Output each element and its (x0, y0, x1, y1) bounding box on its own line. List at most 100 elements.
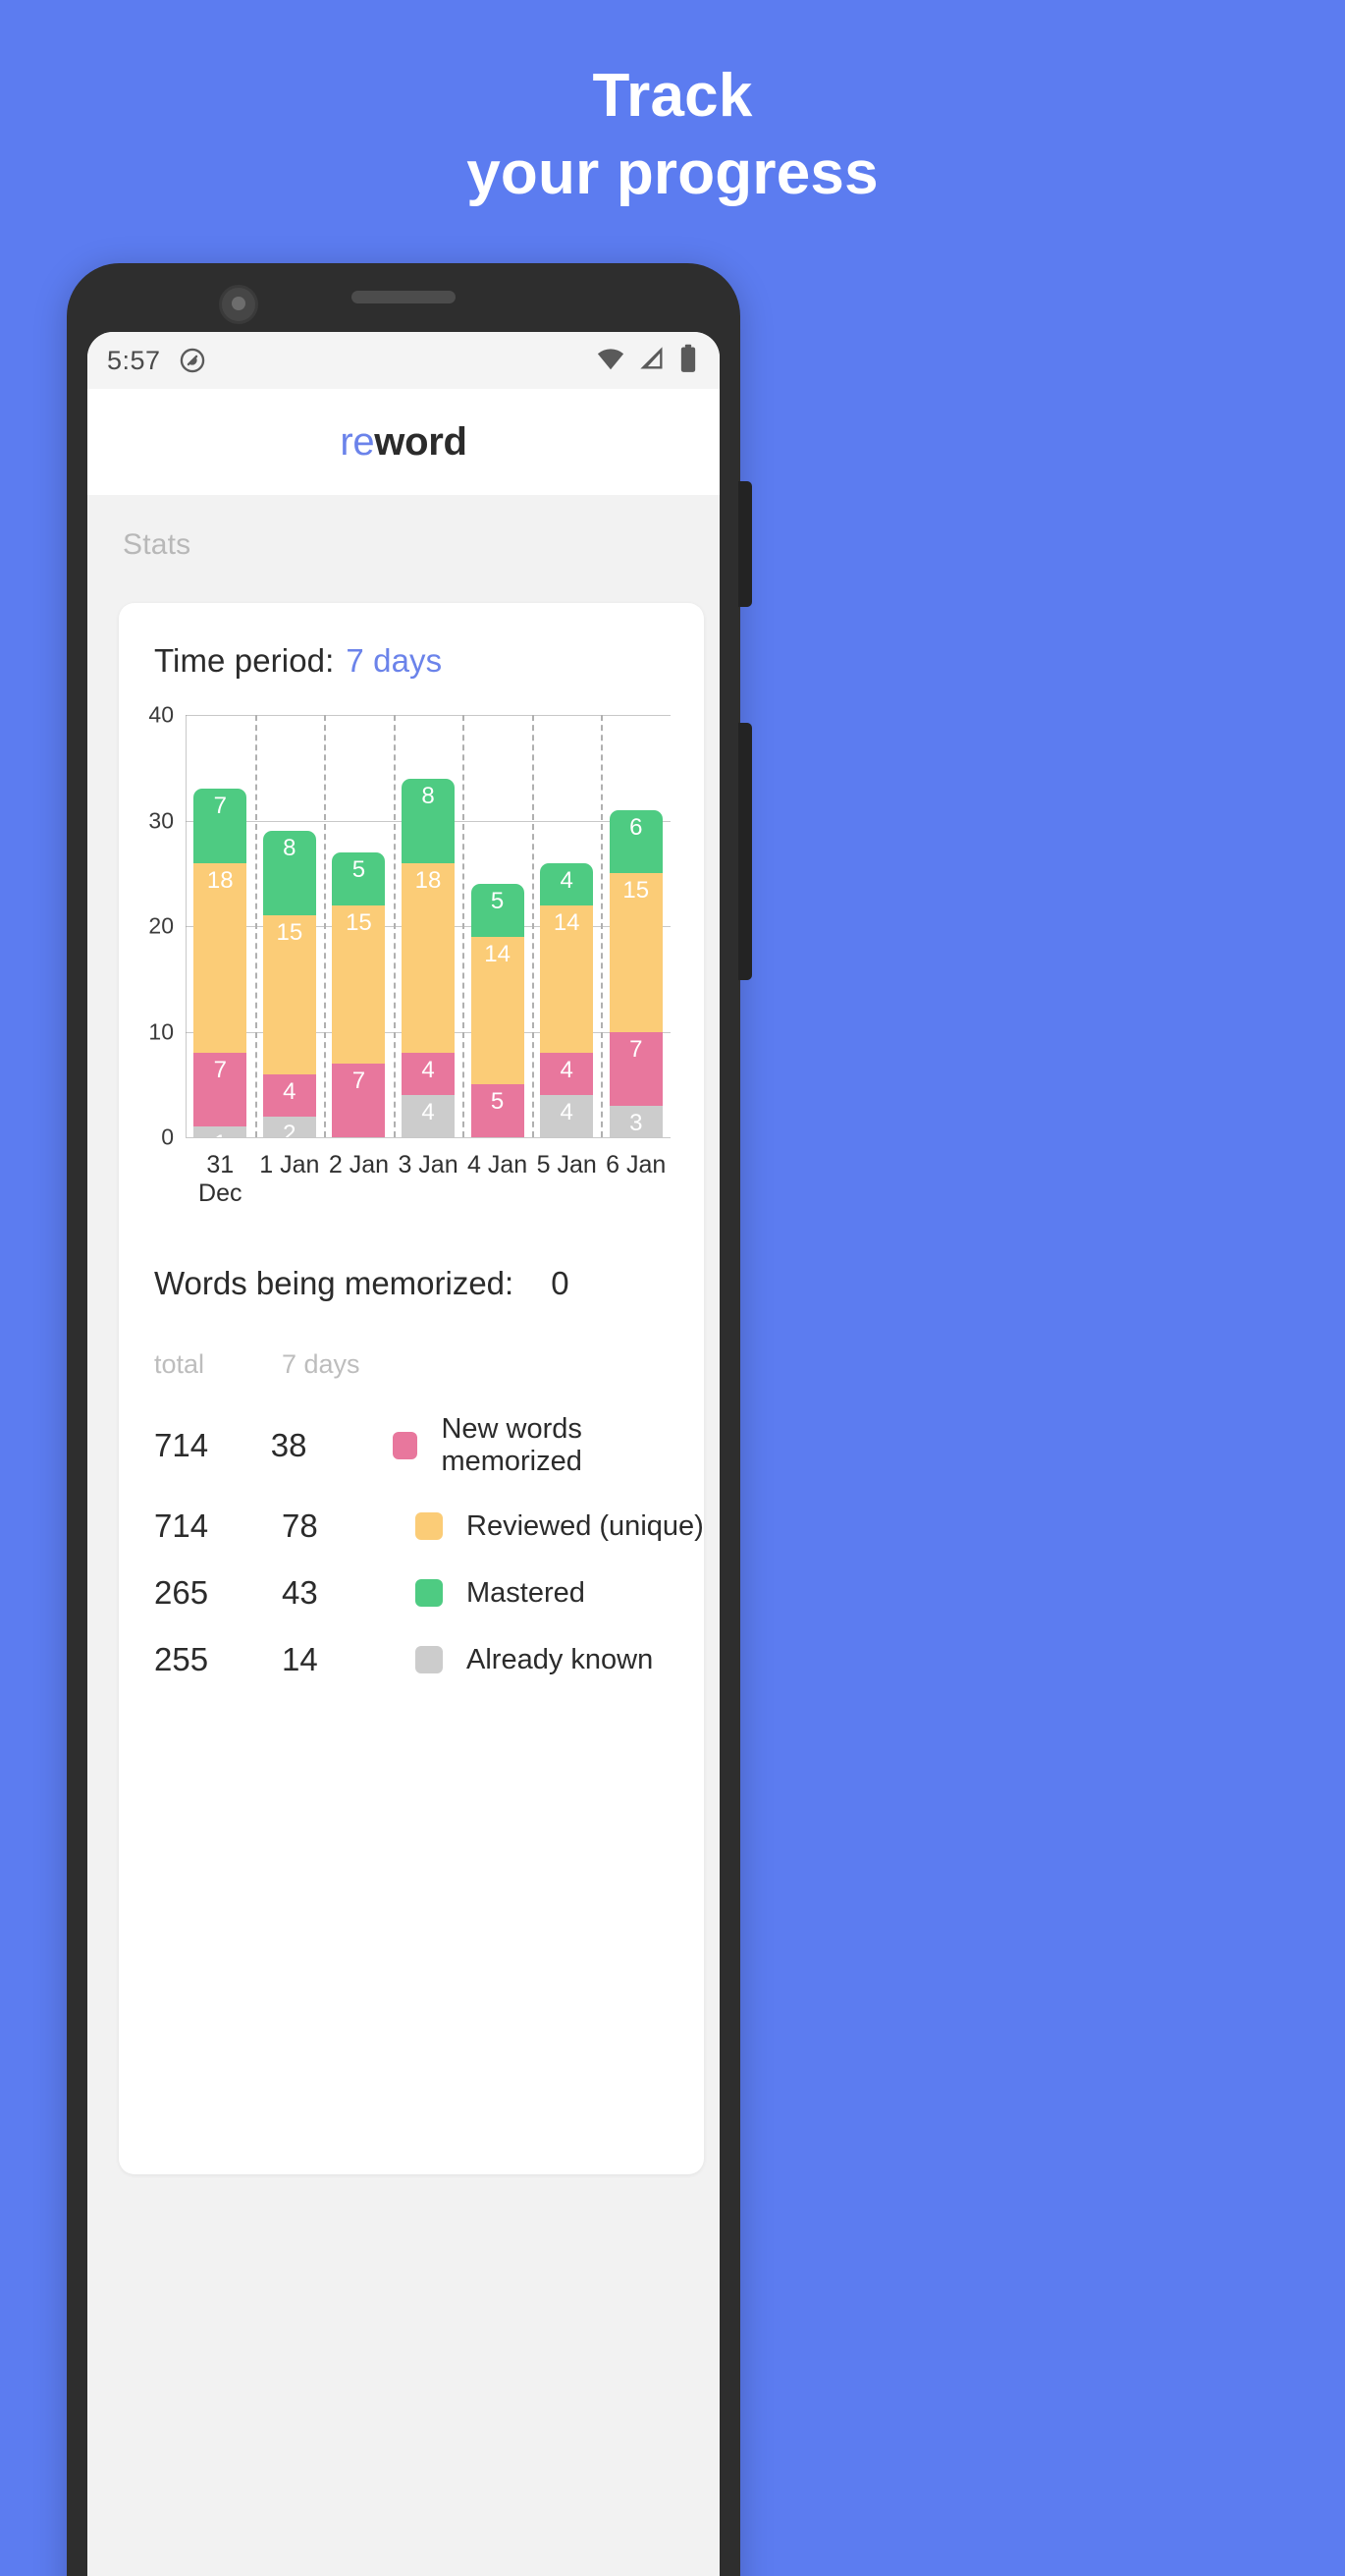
chart-bar-segment-value: 5 (490, 888, 505, 914)
chart-bar-segment-value: 18 (414, 866, 442, 894)
stats-row-total: 714 (154, 1507, 209, 1544)
chart-x-tick: 1 Jan (259, 1151, 320, 1178)
promo-headline-line-2: your progress (466, 139, 879, 208)
app-logo-prefix: re (340, 419, 375, 464)
words-being-memorized-value: 0 (551, 1265, 569, 1301)
chart-bar-segment: 18 (193, 862, 247, 1053)
stats-row-label: Already known (466, 1643, 654, 1675)
time-period-row: Time period: 7 days (119, 642, 704, 680)
chart-bar-segment: 4 (540, 1095, 594, 1137)
phone-power-button[interactable] (738, 723, 752, 980)
chart-bar-segment: 7 (193, 1053, 247, 1127)
chart-x-tick: 3 Jan (398, 1151, 458, 1178)
stats-row-total: 255 (154, 1641, 209, 1677)
chart-bars: 718718154251578184451454144461573 (186, 715, 671, 1137)
chart-bar-segment-value: 14 (484, 940, 511, 967)
chart-x-tick: 31 Dec (198, 1151, 242, 1207)
screen-content: Stats Time period:7 days 010203040 71871… (87, 495, 720, 2576)
chart-bar-segment: 14 (540, 904, 594, 1053)
stats-row-label: New words memorized (441, 1413, 582, 1477)
chart-bar-column[interactable]: 8 18 4 4 (394, 715, 463, 1137)
chart-bar-column[interactable]: 8 15 4 2 (255, 715, 325, 1137)
stats-card: Time period:7 days 010203040 71871815425… (119, 603, 704, 2174)
chart-bar-segment-value: 5 (490, 1088, 505, 1116)
chart-x-axis-labels: 31 Dec 1 Jan 2 Jan 3 Jan 4 Jan 5 Jan 6 Jan (186, 1151, 671, 1208)
chart-bar-segment: 7 (609, 1031, 663, 1106)
chart-bar-segment: 3 (609, 1105, 663, 1137)
chart-bar-segment: 5 (470, 884, 524, 937)
phone-earpiece-speaker (351, 291, 456, 303)
stats-row-legend: New words memorized (393, 1413, 704, 1478)
chart-y-axis-labels: 0 10 20 30 40 (129, 702, 180, 1150)
stacked-bar-chart: 010203040 718718154251578184451454144461… (119, 702, 704, 1208)
chart-bar-segment: 15 (609, 873, 663, 1032)
stats-row-period: 78 (282, 1507, 318, 1544)
chart-bar-segment: 5 (470, 1084, 524, 1137)
chart-stacked-bar[interactable]: 8 15 4 2 (262, 831, 316, 1137)
chart-gridline (186, 1137, 671, 1138)
stats-header-total: total (154, 1349, 205, 1379)
cell-signal-icon (638, 346, 666, 376)
chart-bar-segment-value: 18 (206, 866, 234, 894)
chart-stacked-bar[interactable]: 7 18 7 1 (193, 789, 247, 1137)
words-being-memorized-row: Words being memorized: 0 (119, 1265, 704, 1302)
stats-table-row: 714 78 Reviewed (unique) (154, 1507, 704, 1545)
chart-stacked-bar[interactable]: 8 18 4 4 (402, 778, 456, 1137)
chart-bar-segment-value: 4 (421, 1099, 435, 1125)
chart-bar-segment: 4 (540, 862, 594, 905)
stats-table-row: 265 43 Mastered (154, 1574, 704, 1612)
status-bar: 5:57 (87, 332, 720, 389)
chart-bar-segment-value: 4 (421, 1057, 435, 1083)
chart-bar-segment: 7 (332, 1063, 386, 1137)
phone-mockup: 5:57 reword Stats Time period: 7 days 0 … (67, 263, 752, 2576)
chart-y-tick: 10 (148, 1018, 174, 1044)
stats-row-total: 265 (154, 1574, 209, 1611)
stats-row-legend: Already known (415, 1644, 653, 1676)
stats-row-legend: Reviewed (unique) (415, 1510, 704, 1543)
chart-bar-segment-value: 15 (622, 877, 650, 904)
chart-bar-segment-value: 7 (629, 1035, 643, 1063)
chart-bar-column[interactable]: 6 15 7 3 (601, 715, 671, 1137)
chart-stacked-bar[interactable]: 4 14 4 4 (540, 862, 594, 1137)
chart-bar-column[interactable]: 4 14 4 4 (532, 715, 602, 1137)
status-bar-icons (596, 344, 698, 378)
chart-bar-segment: 5 (332, 851, 386, 905)
phone-volume-button[interactable] (738, 481, 752, 607)
chart-bar-segment-value: 6 (629, 813, 643, 841)
chart-bar-segment: 14 (470, 936, 524, 1085)
stats-table-rows: 714 38 New words memorized 714 78 Reviewed (u… (154, 1413, 704, 1678)
phone-screen: 5:57 reword Stats Time period: 7 days 0 … (87, 332, 720, 2576)
stats-table: total 7 days 714 38 New words memorized 714… (119, 1349, 704, 1678)
chart-bar-segment-value: 14 (553, 908, 580, 936)
stats-table-row: 714 38 New words memorized (154, 1413, 704, 1478)
chart-bar-column[interactable]: 7 18 7 1 (186, 715, 255, 1137)
chart-bar-segment: 18 (402, 862, 456, 1053)
chart-y-tick: 30 (148, 807, 174, 833)
chart-stacked-bar[interactable]: 5 15 7 (332, 851, 386, 1137)
stats-row-legend: Mastered (415, 1577, 585, 1610)
chart-y-tick: 0 (161, 1124, 174, 1150)
legend-color-swatch (415, 1512, 443, 1540)
chart-bar-column[interactable]: 5 14 5 (462, 715, 532, 1137)
chart-stacked-bar[interactable]: 5 14 5 (470, 884, 524, 1137)
stats-row-total: 714 (154, 1427, 209, 1463)
legend-color-swatch (415, 1579, 443, 1607)
chart-plot-area: 010203040 718718154251578184451454144461… (148, 702, 671, 1150)
chart-bar-segment: 1 (193, 1126, 247, 1137)
phone-front-camera (219, 285, 258, 324)
chart-x-tick: 6 Jan (606, 1151, 667, 1178)
chart-bar-segment: 4 (262, 1073, 316, 1117)
chart-bar-column[interactable]: 5 15 7 (324, 715, 394, 1137)
legend-color-swatch (393, 1432, 418, 1459)
chart-bar-segment-value: 4 (560, 1057, 573, 1083)
time-period-value[interactable]: 7 days (346, 642, 442, 679)
chart-stacked-bar[interactable]: 6 15 7 3 (609, 809, 663, 1137)
stats-header-period: 7 days (282, 1349, 360, 1379)
battery-icon (678, 344, 698, 378)
chart-bar-segment-value: 7 (351, 1067, 366, 1094)
chart-bar-segment-value: 5 (351, 855, 366, 883)
time-period-label: Time period: (154, 642, 335, 679)
chart-bar-segment-value: 2 (283, 1120, 296, 1137)
chart-bar-segment: 15 (332, 904, 386, 1064)
chart-bar-segment-value: 15 (276, 919, 303, 947)
